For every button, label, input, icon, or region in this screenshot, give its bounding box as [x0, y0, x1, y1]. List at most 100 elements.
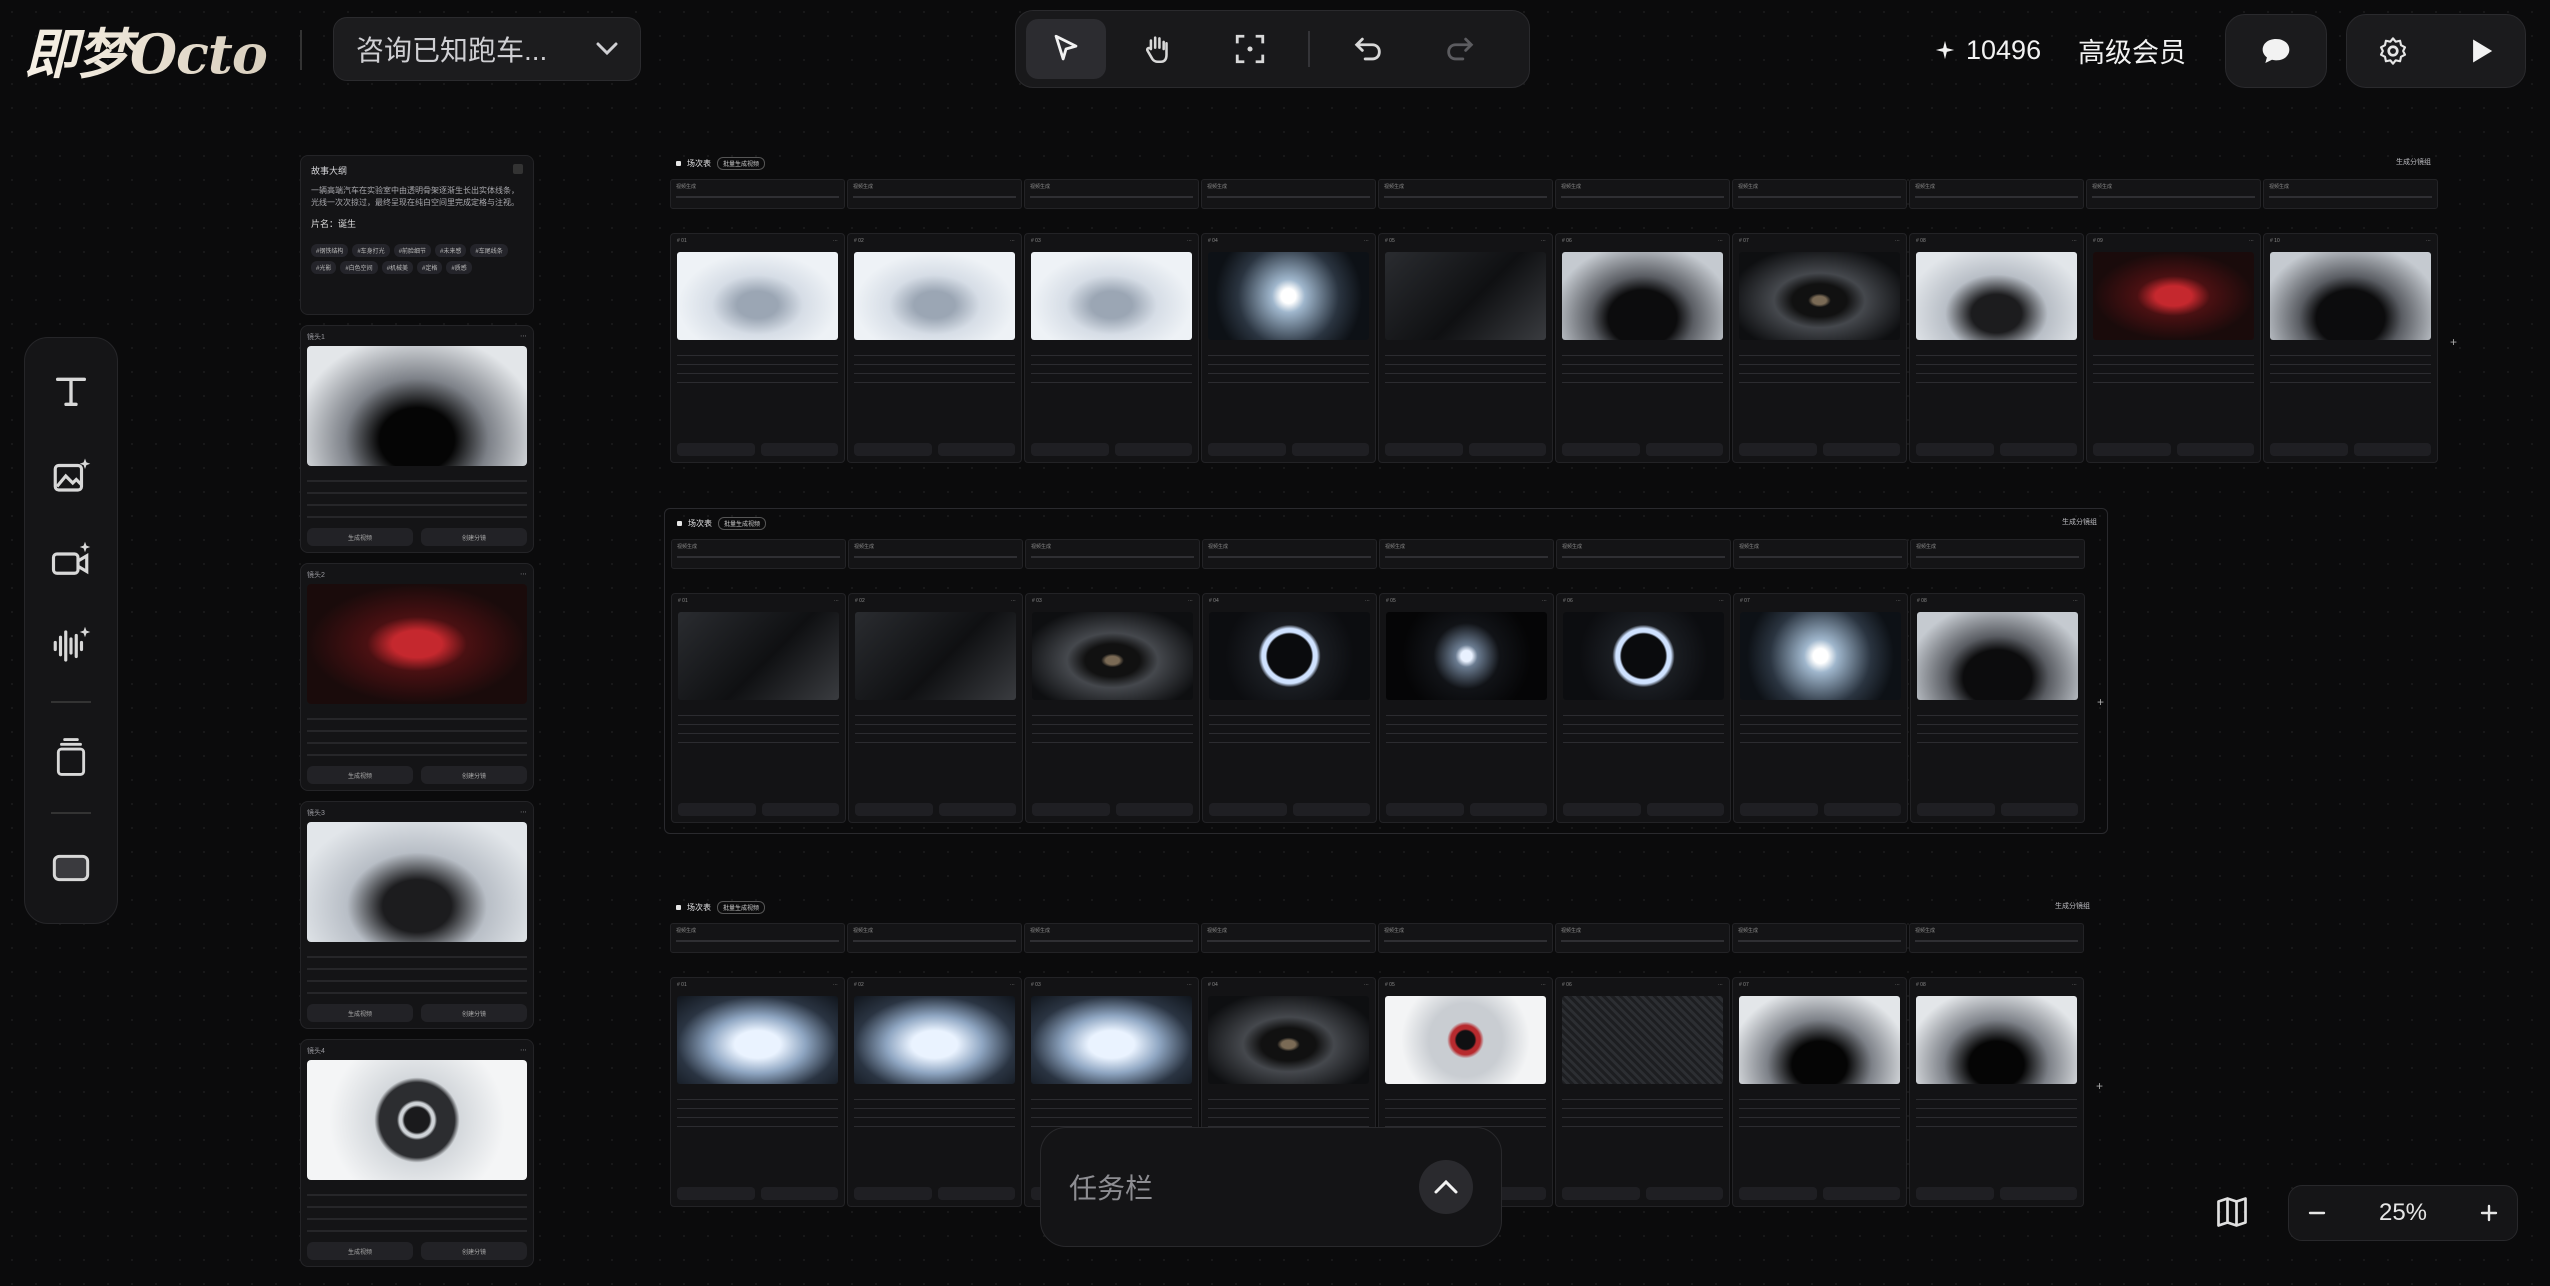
more-icon[interactable]: ⋯: [1718, 238, 1723, 248]
more-icon[interactable]: ⋯: [1896, 598, 1901, 608]
generate-storyboard-group-button[interactable]: 生成分镜组: [2062, 517, 2097, 527]
prompt-cell[interactable]: 视频生成: [1732, 179, 1907, 209]
card-thumbnail[interactable]: [1740, 612, 1901, 700]
more-icon[interactable]: ⋯: [1895, 238, 1900, 248]
more-icon[interactable]: ⋯: [1895, 982, 1900, 992]
edit-button[interactable]: [937, 1187, 1015, 1200]
card-thumbnail[interactable]: [1562, 996, 1723, 1084]
shot-thumbnail[interactable]: [307, 584, 527, 704]
more-icon[interactable]: ⋯: [2426, 238, 2431, 248]
prompt-cell[interactable]: 视频生成: [2086, 179, 2261, 209]
create-storyboard-button[interactable]: 创建分镜: [421, 1004, 527, 1022]
prompt-cell[interactable]: 视频生成: [1556, 539, 1731, 569]
more-icon[interactable]: ⋯: [2072, 982, 2077, 992]
edit-button[interactable]: [2176, 443, 2254, 456]
card-thumbnail[interactable]: [1386, 612, 1547, 700]
image-gen-button[interactable]: [39, 445, 103, 506]
more-icon[interactable]: ⋯: [1010, 982, 1015, 992]
edit-button[interactable]: [1292, 803, 1370, 816]
prompt-cell[interactable]: 视频生成: [1378, 179, 1553, 209]
storyboard-card[interactable]: # 03 ⋯: [1024, 233, 1199, 463]
regenerate-button[interactable]: [1386, 803, 1464, 816]
card-thumbnail[interactable]: [677, 996, 838, 1084]
story-outline-card[interactable]: 故事大纲 一辆高端汽车在实验室中由透明骨架逐渐生长出实体线条，光线一次次掠过，最…: [300, 155, 534, 315]
regenerate-button[interactable]: [1562, 443, 1640, 456]
card-thumbnail[interactable]: [2270, 252, 2431, 340]
prompt-cell[interactable]: 视频生成: [1732, 923, 1907, 953]
card-thumbnail[interactable]: [855, 612, 1016, 700]
storyboard-card[interactable]: # 06 ⋯: [1556, 593, 1731, 823]
more-icon[interactable]: ⋯: [1719, 598, 1724, 608]
more-icon[interactable]: ⋯: [1541, 238, 1546, 248]
edit-button[interactable]: [1822, 443, 1900, 456]
storyboard-card[interactable]: # 10 ⋯: [2263, 233, 2438, 463]
generate-video-button[interactable]: 生成视频: [307, 1242, 413, 1260]
card-thumbnail[interactable]: [1032, 612, 1193, 700]
card-thumbnail[interactable]: [1917, 612, 2078, 700]
card-thumbnail[interactable]: [1739, 252, 1900, 340]
shot-thumbnail[interactable]: [307, 1060, 527, 1180]
edit-button[interactable]: [1999, 1187, 2077, 1200]
generate-video-button[interactable]: 生成视频: [307, 1004, 413, 1022]
minimap-button[interactable]: [2214, 1194, 2258, 1234]
shot-thumbnail[interactable]: [307, 346, 527, 466]
shot-card[interactable]: 镜头3 ⋯ 生成视频 创建分镜: [300, 801, 534, 1029]
more-icon[interactable]: ⋯: [520, 1046, 527, 1056]
story-tag[interactable]: #前脸细节: [393, 244, 432, 257]
text-tool-button[interactable]: [39, 360, 103, 421]
settings-button[interactable]: [2377, 35, 2409, 67]
storyboard-card[interactable]: # 08 ⋯: [1909, 977, 2084, 1207]
story-tag[interactable]: #车身打光: [352, 244, 390, 257]
taskbar-expand-button[interactable]: [1419, 1160, 1473, 1214]
more-icon[interactable]: ⋯: [520, 570, 527, 580]
card-thumbnail[interactable]: [1385, 996, 1546, 1084]
prompt-cell[interactable]: 视频生成: [1024, 179, 1199, 209]
edit-button[interactable]: [1115, 803, 1193, 816]
edit-button[interactable]: [760, 1187, 838, 1200]
more-icon[interactable]: ⋯: [834, 598, 839, 608]
shot-card[interactable]: 镜头4 ⋯ 生成视频 创建分镜: [300, 1039, 534, 1267]
more-icon[interactable]: ⋯: [1364, 982, 1369, 992]
edit-button[interactable]: [937, 443, 1015, 456]
prompt-cell[interactable]: 视频生成: [1025, 539, 1200, 569]
hand-tool-button[interactable]: [1118, 19, 1198, 79]
frame-tool-button[interactable]: [1210, 19, 1290, 79]
select-tool-button[interactable]: [1026, 19, 1106, 79]
shot-card[interactable]: 镜头2 ⋯ 生成视频 创建分镜: [300, 563, 534, 791]
regenerate-button[interactable]: [855, 803, 933, 816]
prompt-cell[interactable]: 视频生成: [670, 923, 845, 953]
redo-button[interactable]: [1420, 19, 1500, 79]
generate-storyboard-group-button[interactable]: 生成分镜组: [2396, 157, 2431, 167]
generate-video-button[interactable]: 生成视频: [307, 766, 413, 784]
regenerate-button[interactable]: [1385, 443, 1463, 456]
more-icon[interactable]: ⋯: [1718, 982, 1723, 992]
edit-button[interactable]: [1291, 443, 1369, 456]
more-icon[interactable]: ⋯: [1542, 598, 1547, 608]
storyboard-card[interactable]: # 09 ⋯: [2086, 233, 2261, 463]
card-thumbnail[interactable]: [1208, 252, 1369, 340]
storyboard-button[interactable]: [39, 727, 103, 788]
story-tag[interactable]: #白色空间: [340, 261, 378, 274]
story-tag[interactable]: #质感: [446, 261, 472, 274]
storyboard-card[interactable]: # 02 ⋯: [848, 593, 1023, 823]
storyboard-card[interactable]: # 02 ⋯: [847, 233, 1022, 463]
story-tag[interactable]: #钢铁结构: [311, 244, 349, 257]
edit-button[interactable]: [760, 443, 838, 456]
regenerate-button[interactable]: [1208, 443, 1286, 456]
more-icon[interactable]: ⋯: [1365, 598, 1370, 608]
create-storyboard-button[interactable]: 创建分镜: [421, 766, 527, 784]
taskbar[interactable]: 任务栏: [1040, 1127, 1502, 1247]
edit-button[interactable]: [761, 803, 839, 816]
more-icon[interactable]: ⋯: [1187, 238, 1192, 248]
edit-button[interactable]: [1999, 443, 2077, 456]
storyboard-card[interactable]: # 03 ⋯: [1025, 593, 1200, 823]
regenerate-button[interactable]: [678, 803, 756, 816]
regenerate-button[interactable]: [1917, 803, 1995, 816]
more-icon[interactable]: ⋯: [1364, 238, 1369, 248]
batch-generate-button[interactable]: 批量生成视频: [717, 901, 766, 914]
edit-button[interactable]: [1822, 1187, 1900, 1200]
storyboard-card[interactable]: # 01 ⋯: [671, 593, 846, 823]
regenerate-button[interactable]: [854, 1187, 932, 1200]
more-icon[interactable]: ⋯: [520, 808, 527, 818]
prompt-cell[interactable]: 视频生成: [671, 539, 846, 569]
